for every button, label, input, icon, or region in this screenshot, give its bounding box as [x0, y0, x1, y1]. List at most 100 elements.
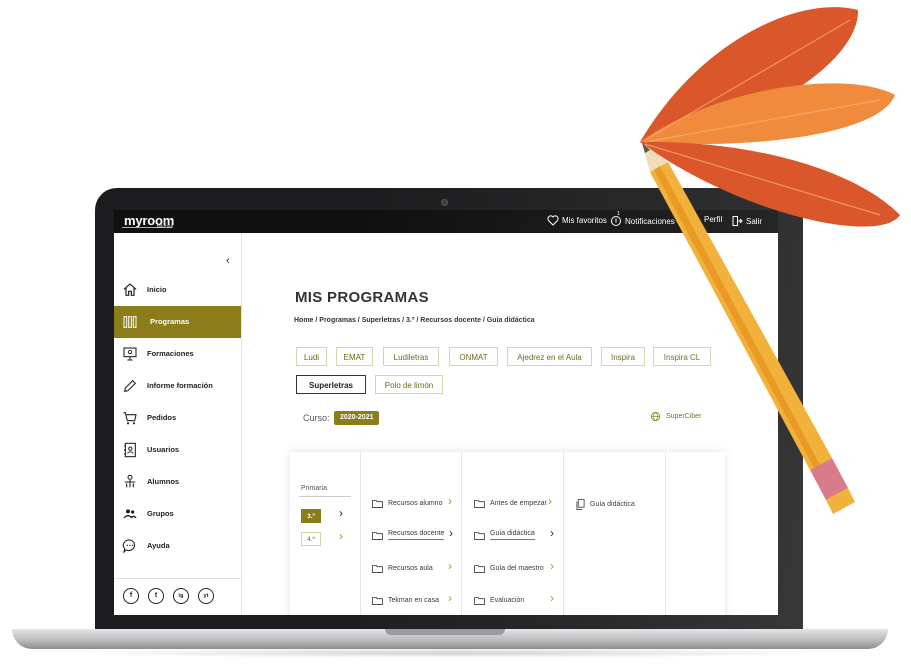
folder-recursos-aula[interactable]: Recursos aula	[372, 564, 433, 573]
column-divider	[665, 452, 666, 615]
home-icon	[123, 283, 137, 296]
folder-icon	[474, 531, 485, 540]
collapse-sidebar-button[interactable]: ‹	[226, 255, 230, 267]
notifications-label: Notificaciones	[625, 216, 675, 226]
sidebar-item-label: Alumnos	[147, 477, 180, 486]
folder-guia-del-maestro[interactable]: Guía del maestro	[474, 564, 544, 573]
group-icon	[123, 509, 137, 519]
chevron-right-icon: ›	[548, 494, 552, 508]
folder-label: Recursos alumno	[388, 500, 443, 507]
superciber-link[interactable]: SuperCiber	[650, 411, 701, 422]
favorites-label: Mis favoritos	[562, 216, 607, 225]
laptop-shadow	[60, 648, 840, 658]
logout-label: Salir	[746, 216, 763, 226]
sidebar-item-label: Pedidos	[147, 413, 177, 422]
program-tab-polo-de-limon[interactable]: Polo de limón	[375, 375, 443, 394]
folder-icon	[474, 564, 485, 573]
main-content: MIS PROGRAMAS Home / Programas / Superle…	[242, 233, 778, 615]
sidebar-item-alumnos[interactable]: Alumnos	[114, 466, 241, 498]
folder-guia-didactica[interactable]: Guía didáctica	[474, 530, 535, 540]
folder-icon	[372, 596, 383, 605]
sidebar: ‹ Inicio Programas Formaciones Informe f…	[114, 233, 242, 615]
profile-label: Perfil	[704, 215, 723, 224]
facebook-icon[interactable]: f	[123, 588, 139, 604]
folder-label: Recursos docente	[388, 530, 445, 540]
pencil-icon	[123, 379, 137, 393]
folder-label: Guía didáctica	[490, 530, 535, 540]
sidebar-item-informe-formacion[interactable]: Informe formación	[114, 370, 241, 402]
sidebar-item-label: Grupos	[147, 509, 174, 518]
logout-icon	[732, 216, 743, 226]
top-bar: myroom tekman Mis favoritos Notificacion…	[114, 210, 778, 233]
laptop-notch	[385, 629, 505, 635]
chevron-right-icon: ›	[448, 494, 452, 508]
sidebar-item-label: Inicio	[147, 285, 167, 294]
folder-recursos-alumno[interactable]: Recursos alumno	[372, 499, 442, 508]
program-tab-emat[interactable]: EMAT	[336, 347, 373, 366]
program-tab-onmat[interactable]: ONMAT	[449, 347, 498, 366]
chevron-right-icon: ›	[448, 559, 452, 573]
cart-icon	[123, 412, 137, 425]
chevron-right-icon: ›	[339, 506, 343, 520]
heart-icon	[547, 215, 559, 226]
folder-icon	[474, 499, 485, 508]
column-divider	[461, 452, 462, 615]
camera-icon	[441, 199, 448, 206]
curso-label: Curso:	[303, 413, 330, 423]
folder-icon	[372, 499, 383, 508]
sidebar-item-grupos[interactable]: Grupos	[114, 498, 241, 530]
profile-link[interactable]: Perfil	[704, 215, 722, 224]
program-tab-inspira-cl[interactable]: Inspira CL	[653, 347, 711, 366]
program-tab-inspira[interactable]: Inspira	[601, 347, 645, 366]
breadcrumb[interactable]: Home / Programas / Superletras / 3.º / R…	[294, 317, 535, 324]
student-icon	[124, 474, 136, 488]
folder-tekman-en-casa[interactable]: Tekman en casa	[372, 596, 439, 605]
level-underline	[299, 496, 351, 497]
program-tab-ludi[interactable]: Ludi	[296, 347, 327, 366]
folder-label: Tekman en casa	[388, 597, 439, 604]
sidebar-item-programas[interactable]: Programas	[114, 306, 241, 338]
bell-icon	[611, 216, 621, 226]
folder-evaluacion[interactable]: Evaluación	[474, 596, 524, 605]
grade-4[interactable]: 4.º	[301, 532, 321, 546]
presentation-icon	[123, 347, 137, 361]
logo-subtitle: tekman	[157, 224, 174, 230]
help-chat-icon	[122, 539, 136, 554]
column-divider	[360, 452, 361, 615]
twitter-icon[interactable]: t	[148, 588, 164, 604]
sidebar-item-inicio[interactable]: Inicio	[114, 274, 241, 306]
level-label: Primaria	[301, 485, 328, 492]
youtube-icon[interactable]: yt	[198, 588, 214, 604]
sidebar-item-formaciones[interactable]: Formaciones	[114, 338, 241, 370]
folder-antes-de-empezar[interactable]: Antes de empezar	[474, 499, 547, 508]
chevron-right-icon: ›	[550, 591, 554, 605]
chevron-right-icon: ›	[550, 526, 554, 540]
program-tab-ludiletras[interactable]: Ludiletras	[383, 347, 439, 366]
logout-button[interactable]: Salir	[731, 215, 762, 227]
instagram-icon[interactable]: ig	[173, 588, 189, 604]
file-guia-didactica[interactable]: Guía didáctica	[576, 499, 635, 510]
favorites-link[interactable]: Mis favoritos	[547, 215, 607, 226]
folder-label: Guía del maestro	[490, 565, 544, 572]
folder-label: Evaluación	[490, 597, 525, 604]
sidebar-item-usuarios[interactable]: Usuarios	[114, 434, 241, 466]
grade-3[interactable]: 3.º	[301, 509, 321, 523]
sidebar-item-label: Usuarios	[147, 445, 180, 454]
sidebar-item-pedidos[interactable]: Pedidos	[114, 402, 241, 434]
books-icon	[123, 316, 137, 328]
notification-count-badge: 1	[617, 211, 620, 217]
curso-selector[interactable]: 2020-2021	[334, 411, 380, 425]
chevron-right-icon: ›	[448, 591, 452, 605]
folder-icon	[474, 596, 485, 605]
folder-icon	[372, 531, 383, 540]
file-label: Guía didáctica	[590, 501, 635, 508]
sidebar-item-ayuda[interactable]: Ayuda	[114, 530, 241, 562]
column-divider	[563, 452, 564, 615]
folder-icon	[372, 564, 383, 573]
chevron-right-icon: ›	[550, 559, 554, 573]
folder-recursos-docente[interactable]: Recursos docente	[372, 530, 445, 540]
chevron-right-icon: ›	[449, 526, 453, 540]
sidebar-item-label: Programas	[150, 317, 190, 326]
program-tab-ajedrez[interactable]: Ajedrez en el Aula	[507, 347, 592, 366]
program-tab-superletras[interactable]: Superletras	[296, 375, 366, 394]
